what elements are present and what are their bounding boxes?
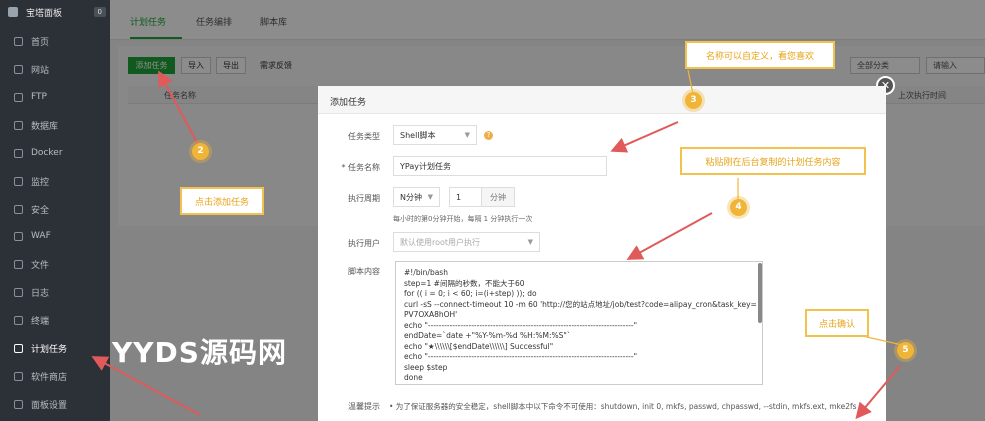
step-marker-4: 4 xyxy=(730,199,747,216)
leader-line-3 xyxy=(687,69,694,95)
step-marker-3: 3 xyxy=(685,92,702,109)
arrow-to-add-task xyxy=(158,70,201,149)
arrow-to-task-name xyxy=(610,121,679,153)
arrow-to-confirm xyxy=(855,365,901,420)
watermark-text: YYDS源码网 xyxy=(112,336,287,369)
callout-confirm: 点击确认 xyxy=(805,309,869,337)
step-marker-2: 2 xyxy=(192,143,209,160)
arrow-to-script xyxy=(626,212,713,260)
step-marker-5: 5 xyxy=(897,342,914,359)
callout-add-task: 点击添加任务 xyxy=(180,187,264,215)
callout-script: 粘贴刚在后台复制的计划任务内容 xyxy=(680,147,866,175)
callout-task-name: 名称可以自定义，看您喜欢 xyxy=(685,41,835,69)
